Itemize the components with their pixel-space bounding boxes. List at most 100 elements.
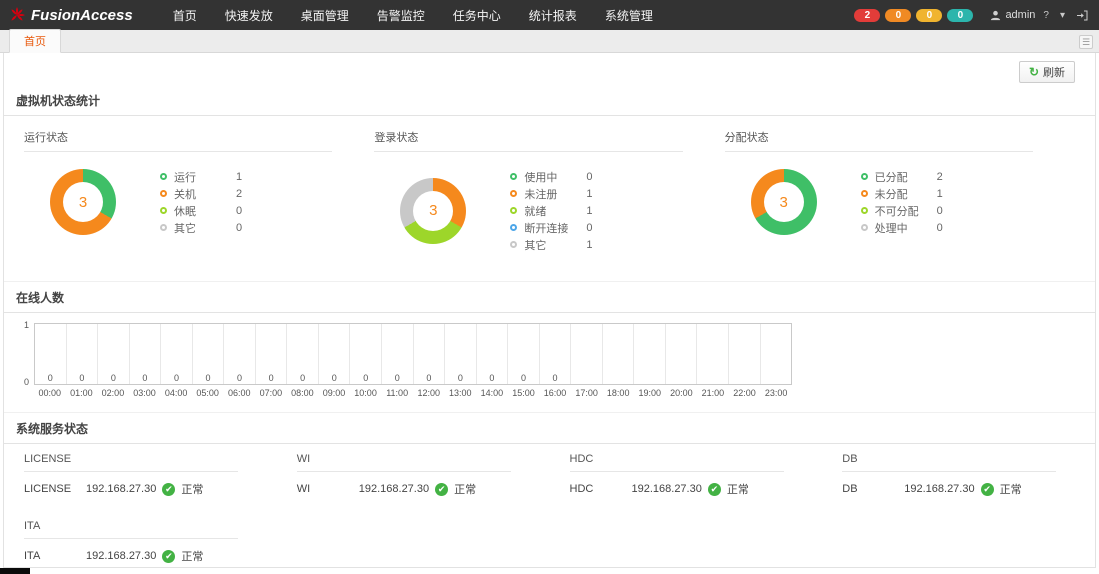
- chart-value-label: 0: [130, 373, 161, 383]
- chart-hour-label: 22:00: [729, 388, 761, 398]
- chart-hour-label: 16:00: [539, 388, 571, 398]
- donut-chart-running: 3: [50, 169, 116, 235]
- chart-title-login: 登录状态: [374, 120, 682, 152]
- service-name: LICENSE: [24, 483, 80, 495]
- legend-dot-icon: [160, 224, 167, 231]
- chart-hour-label: 03:00: [129, 388, 161, 398]
- service-ip: 192.168.27.30: [86, 550, 156, 562]
- service-ip: 192.168.27.30: [632, 483, 702, 495]
- legend-value: 0: [586, 222, 592, 234]
- chart-hour-label: 01:00: [66, 388, 98, 398]
- legend-value: 0: [937, 222, 943, 234]
- service-status-row: ITA 192.168.27.30 正常: [24, 539, 257, 570]
- service-header: HDC: [570, 446, 784, 472]
- status-ok-icon: [162, 483, 175, 496]
- chart-column: [761, 324, 792, 384]
- nav-desktop-management[interactable]: 桌面管理: [287, 0, 363, 30]
- chart-hour-label: 17:00: [571, 388, 603, 398]
- top-bar: FusionAccess 首页 快速发放 桌面管理 告警监控 任务中心 统计报表…: [0, 0, 1099, 30]
- chart-value-label: 0: [508, 373, 539, 383]
- donut-total: 3: [79, 194, 87, 211]
- refresh-button[interactable]: ↻ 刷新: [1019, 61, 1075, 83]
- chart-hour-label: 07:00: [255, 388, 287, 398]
- legend-label: 其它: [524, 237, 586, 253]
- chart-value-label: 0: [477, 373, 508, 383]
- alarm-badge-warning[interactable]: 0: [947, 9, 973, 22]
- chart-value-label: 0: [540, 373, 571, 383]
- chart-hour-label: 19:00: [634, 388, 666, 398]
- tab-home[interactable]: 首页: [9, 29, 61, 53]
- nav-alarm-monitoring[interactable]: 告警监控: [363, 0, 439, 30]
- nav-statistics-report[interactable]: 统计报表: [515, 0, 591, 30]
- chart-column: [571, 324, 603, 384]
- chart-hour-label: 02:00: [97, 388, 129, 398]
- nav-quick-provision[interactable]: 快速发放: [211, 0, 287, 30]
- nav-system-management[interactable]: 系统管理: [591, 0, 667, 30]
- service-header: LICENSE: [24, 446, 238, 472]
- top-right-area: 2 0 0 0 admin ? ▾: [854, 9, 1091, 22]
- alarm-badge-minor[interactable]: 0: [916, 9, 942, 22]
- chevron-down-icon[interactable]: ▾: [1057, 10, 1068, 21]
- service-name: WI: [297, 483, 353, 495]
- service-status: 正常: [1000, 481, 1022, 497]
- chart-column: 0: [35, 324, 67, 384]
- chart-x-axis-labels: 00:0001:0002:0003:0004:0005:0006:0007:00…: [34, 388, 792, 398]
- services-row-2: ITA ITA 192.168.27.30 正常: [4, 511, 1095, 570]
- chart-value-label: 0: [193, 373, 224, 383]
- legend-label: 未分配: [875, 186, 937, 202]
- chart-column: 0: [382, 324, 414, 384]
- legend-dot-icon: [510, 190, 517, 197]
- service-name: ITA: [24, 550, 80, 562]
- status-ok-icon: [162, 550, 175, 563]
- user-icon: [990, 10, 1001, 21]
- user-menu[interactable]: admin: [990, 9, 1035, 21]
- chart-column: 0: [161, 324, 193, 384]
- chart-value-label: 0: [161, 373, 192, 383]
- alarm-badge-critical[interactable]: 2: [854, 9, 880, 22]
- legend-label: 使用中: [524, 169, 586, 185]
- online-users-title: 在线人数: [4, 282, 1095, 313]
- service-card-ita: ITA ITA 192.168.27.30 正常: [24, 513, 257, 570]
- legend-label: 休眠: [174, 203, 236, 219]
- chart-column: 0: [477, 324, 509, 384]
- nav-task-center[interactable]: 任务中心: [439, 0, 515, 30]
- chart-hour-label: 08:00: [287, 388, 319, 398]
- tab-list-icon[interactable]: ☰: [1079, 35, 1093, 49]
- chart-hour-label: 09:00: [318, 388, 350, 398]
- chart-value-label: 0: [414, 373, 445, 383]
- chart-column: [634, 324, 666, 384]
- service-status-row: DB 192.168.27.30 正常: [842, 472, 1075, 503]
- logout-icon[interactable]: [1073, 10, 1091, 21]
- help-button[interactable]: ?: [1040, 10, 1052, 21]
- chart-column: 0: [130, 324, 162, 384]
- legend-dot-icon: [510, 224, 517, 231]
- nav-home[interactable]: 首页: [159, 0, 211, 30]
- chart-column: 0: [67, 324, 99, 384]
- chart-column: [603, 324, 635, 384]
- chart-column: 0: [350, 324, 382, 384]
- legend-label: 已分配: [875, 169, 937, 185]
- brand-logo: FusionAccess: [8, 6, 133, 24]
- chart-title-assignment: 分配状态: [725, 120, 1033, 152]
- chart-legend-running: 运行1关机2休眠0其它0: [160, 168, 242, 236]
- alarm-badge-major[interactable]: 0: [885, 9, 911, 22]
- legend-value: 2: [937, 171, 943, 183]
- main-nav: 首页 快速发放 桌面管理 告警监控 任务中心 统计报表 系统管理: [159, 0, 667, 30]
- chart-column: 0: [508, 324, 540, 384]
- legend-dot-icon: [861, 224, 868, 231]
- donut-hole: 3: [764, 182, 804, 222]
- chart-column: [666, 324, 698, 384]
- legend-label: 就绪: [524, 203, 586, 219]
- legend-dot-icon: [861, 190, 868, 197]
- legend-item: 关机2: [160, 185, 242, 202]
- y-axis-min-label: 0: [24, 377, 29, 387]
- legend-item: 使用中0: [510, 168, 592, 185]
- chart-column: 0: [256, 324, 288, 384]
- chart-block-login: 登录状态 3 使用中0未注册1就绪1断开连接0其它1: [374, 120, 724, 259]
- service-ip: 192.168.27.30: [904, 483, 974, 495]
- service-card-hdc: HDC HDC 192.168.27.30 正常: [570, 446, 803, 503]
- legend-item: 未注册1: [510, 185, 592, 202]
- legend-item: 运行1: [160, 168, 242, 185]
- donut-total: 3: [779, 194, 787, 211]
- legend-dot-icon: [510, 173, 517, 180]
